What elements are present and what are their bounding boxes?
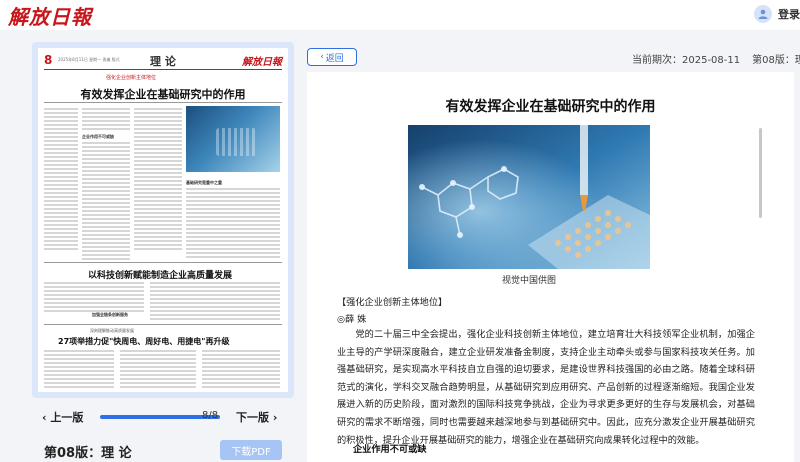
thumb-headline-3[interactable]: 27项举措力促"快周电、周好电、用捷电"再升级 — [58, 336, 229, 347]
scrollbar[interactable] — [759, 128, 762, 218]
newspaper-page-thumbnail[interactable]: 8 2025年8月11日 星期一 责编 版式 理 论 解放日報 强化企业创新主体… — [38, 48, 288, 392]
thumb-column — [82, 108, 130, 132]
article-body: 党的二十届三中全会提出，强化企业科技创新主体地位，建立培育壮大科技领军企业机制，… — [337, 329, 755, 446]
page-preview-panel: 8 2025年8月11日 星期一 责编 版式 理 论 解放日報 强化企业创新主体… — [32, 42, 294, 462]
thumb-headline-2[interactable]: 以科技创新赋能制造企业高质量发展 — [88, 268, 232, 281]
thumb-tag: 强化企业创新主体地位 — [106, 75, 157, 81]
page-pager: ‹ 上一版 8/8 下一版 › — [32, 406, 294, 426]
page-count: 8/8 — [202, 410, 219, 421]
article-subheading: 企业作用不可或缺 — [353, 444, 427, 455]
user-area[interactable]: 登录 — [754, 5, 800, 23]
back-label: 返回 — [325, 53, 344, 64]
page-thumbnail-frame[interactable]: 8 2025年8月11日 星期一 责编 版式 理 论 解放日報 强化企业创新主体… — [32, 42, 294, 398]
article-tag: 【强化企业创新主体地位】 — [337, 297, 448, 308]
article-panel: 有效发挥企业在基础研究中的作用 视觉中国供图 【强化企业创新主体地位】 ◎薛 姝… — [307, 72, 794, 462]
thumb-column — [82, 142, 130, 262]
issue-date: 当前期次：2025-08-11 — [632, 55, 741, 66]
thumb-column — [150, 282, 280, 322]
site-logo[interactable]: 解放日報 — [8, 1, 92, 30]
chevron-left-icon: ‹ — [320, 52, 324, 62]
thumb-photo — [186, 106, 280, 172]
thumb-page-number: 8 — [44, 53, 53, 67]
thumb-column — [186, 188, 280, 260]
article-title: 有效发挥企业在基础研究中的作用 — [445, 99, 656, 115]
issue-info: 当前期次：2025-08-11 第08版：理 论 — [632, 51, 800, 66]
thumb-masthead: 8 2025年8月11日 星期一 责编 版式 理 论 解放日報 — [44, 52, 282, 70]
thumb-column — [44, 282, 144, 314]
edition-label: 第08版：理 论 — [752, 55, 800, 66]
thumb-column — [44, 350, 114, 390]
user-avatar-icon[interactable] — [754, 5, 772, 23]
next-page-label: 下一版 — [236, 411, 269, 424]
thumb-meta: 2025年8月11日 星期一 责编 版式 — [58, 57, 120, 62]
thumb-logo: 解放日報 — [242, 57, 282, 68]
login-link[interactable]: 登录 — [778, 6, 800, 22]
top-bar: 解放日報 登录 — [0, 0, 800, 30]
thumb-section: 理 论 — [150, 55, 176, 68]
thumb-subhead: 加强全链条创新服务 — [92, 312, 128, 317]
article-author: ◎薛 姝 — [337, 314, 367, 325]
thumb-rule — [44, 262, 282, 263]
chevron-right-icon: › — [269, 411, 278, 424]
thumb-column — [44, 108, 78, 252]
thumb-rule — [44, 102, 282, 103]
thumb-kicker: 深刻理解推动高质量发展 — [90, 328, 134, 333]
next-page-button[interactable]: 下一版 › — [236, 409, 277, 425]
article-photo — [408, 125, 650, 269]
thumb-subhead: 企业作用不可或缺 — [82, 134, 114, 139]
thumb-column — [134, 108, 182, 252]
thumb-subhead: 基础研究是重中之重 — [186, 180, 222, 185]
thumb-column — [120, 350, 196, 390]
prev-page-label: 上一版 — [50, 411, 84, 424]
back-button[interactable]: ‹ 返回 — [307, 48, 357, 66]
thumb-rule — [44, 324, 282, 325]
download-pdf-button[interactable]: 下载PDF — [220, 440, 282, 460]
thumb-column — [202, 350, 280, 390]
prev-page-button[interactable]: ‹ 上一版 — [42, 409, 83, 425]
edition-title: 第08版：理 论 — [44, 446, 132, 461]
image-caption: 视觉中国供图 — [501, 276, 556, 286]
thumb-headline[interactable]: 有效发挥企业在基础研究中的作用 — [44, 86, 282, 102]
